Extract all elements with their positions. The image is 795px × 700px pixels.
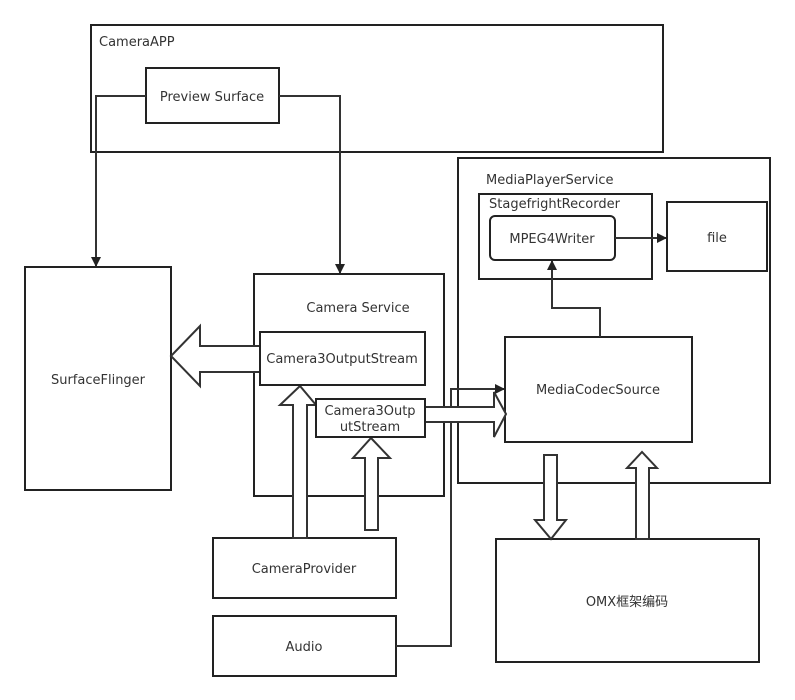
svg-text:Preview Surface: Preview Surface [160, 90, 264, 105]
camera3-output-stream-box-2: Camera3Outp utStream [315, 398, 426, 438]
svg-text:utStream: utStream [340, 420, 400, 435]
audio-box: Audio [212, 615, 397, 677]
camera3-output-stream-box-1: Camera3OutputStream [259, 331, 426, 386]
svg-text:Audio: Audio [286, 640, 323, 655]
svg-text:Camera Service: Camera Service [306, 301, 409, 316]
media-codec-source-box: MediaCodecSource [504, 336, 693, 443]
svg-text:MediaPlayerService: MediaPlayerService [486, 173, 614, 188]
svg-text:file: file [707, 231, 727, 246]
preview-surface-box: Preview Surface [145, 67, 280, 124]
svg-text:CameraProvider: CameraProvider [252, 562, 357, 577]
stream-to-surfaceflinger-block-arrow [169, 323, 260, 389]
svg-text:Camera3OutputStream: Camera3OutputStream [266, 352, 417, 367]
mpeg4-writer-box: MPEG4Writer [489, 215, 616, 261]
svg-text:MediaCodecSource: MediaCodecSource [536, 383, 660, 398]
svg-text:Camera3Outp: Camera3Outp [324, 404, 415, 419]
omx-encoder-box: OMX框架编码 [495, 538, 760, 663]
svg-text:StagefrightRecorder: StagefrightRecorder [489, 197, 621, 212]
file-box: file [666, 201, 768, 272]
svg-text:OMX框架编码: OMX框架编码 [586, 595, 668, 610]
svg-text:CameraAPP: CameraAPP [99, 35, 175, 50]
camera-provider-box: CameraProvider [212, 537, 397, 599]
svg-text:MPEG4Writer: MPEG4Writer [509, 232, 595, 247]
surface-flinger-box: SurfaceFlinger [24, 266, 172, 491]
omx-to-codec-block-arrow [624, 450, 660, 540]
svg-text:SurfaceFlinger: SurfaceFlinger [51, 373, 146, 388]
architecture-diagram: CameraAPP Preview Surface SurfaceFlinger… [24, 24, 771, 677]
